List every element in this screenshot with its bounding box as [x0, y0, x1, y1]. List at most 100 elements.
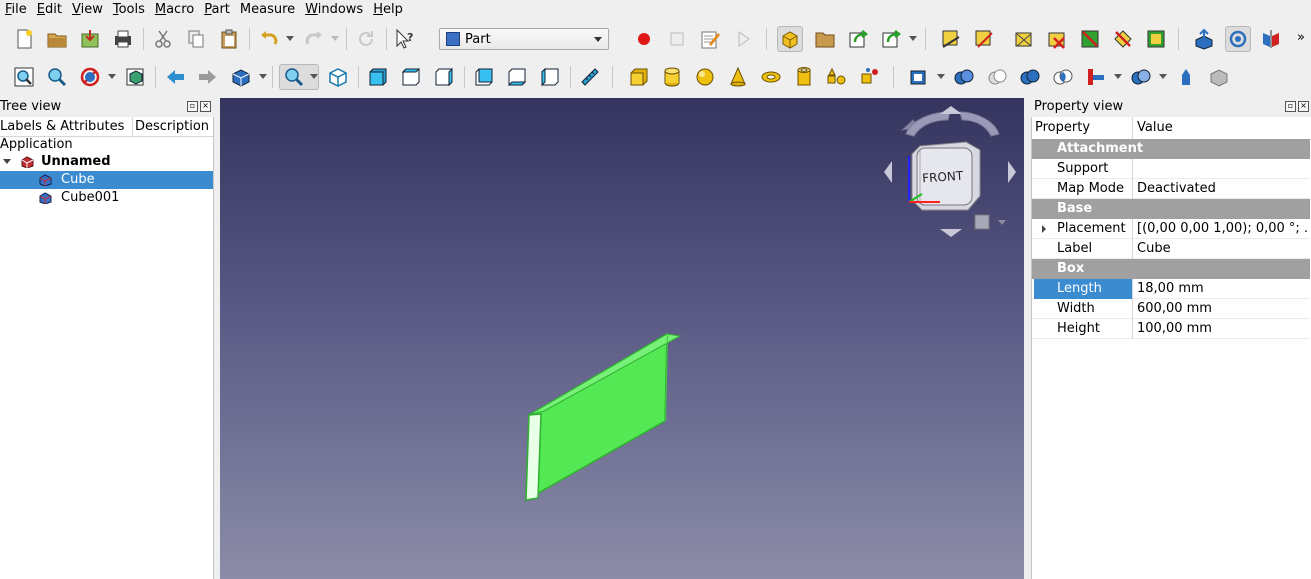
measure-toggle-3d-icon[interactable]: [1077, 26, 1103, 52]
part-torus-icon[interactable]: [758, 64, 784, 90]
menu-windows[interactable]: Windows: [300, 0, 368, 20]
nav-cube-menu-icon[interactable]: [974, 214, 990, 230]
menu-file[interactable]: File: [0, 0, 32, 20]
part-box-icon[interactable]: [626, 64, 652, 90]
back-arrow-icon[interactable]: [162, 64, 188, 90]
std-views-icon[interactable]: [228, 64, 254, 90]
link-icon[interactable]: [845, 26, 871, 52]
expand-icon[interactable]: [3, 159, 11, 164]
rotate-right-icon[interactable]: [959, 111, 1000, 137]
tree-row-document[interactable]: Unnamed: [0, 153, 213, 171]
join-features-icon[interactable]: [1083, 64, 1109, 90]
column-property[interactable]: Property: [1035, 117, 1090, 139]
link-dropdown-icon[interactable]: [909, 36, 917, 41]
part-shape-builder-icon[interactable]: [857, 64, 883, 90]
nav-right-arrow-icon[interactable]: [1008, 161, 1016, 183]
prop-width[interactable]: Width 600,00 mm: [1032, 299, 1310, 319]
macro-record-icon[interactable]: [631, 26, 657, 52]
whats-this-icon[interactable]: ?: [392, 26, 418, 52]
3d-viewport[interactable]: FRONT: [220, 98, 1024, 579]
bounding-box-icon[interactable]: [122, 64, 148, 90]
sync-view-icon[interactable]: [1225, 26, 1251, 52]
link-actions-icon[interactable]: [878, 26, 904, 52]
column-value[interactable]: Value: [1132, 117, 1173, 139]
nav-down-arrow-icon[interactable]: [940, 229, 962, 237]
measure-clear-icon[interactable]: [1044, 26, 1070, 52]
group-base[interactable]: Base: [1032, 199, 1310, 219]
menu-tools[interactable]: Tools: [108, 0, 150, 20]
refresh-icon[interactable]: [353, 26, 379, 52]
boolean-icon[interactable]: [951, 64, 977, 90]
fuse-icon[interactable]: [1017, 64, 1043, 90]
cut-icon[interactable]: [150, 26, 176, 52]
view-isometric-icon[interactable]: [325, 64, 351, 90]
menu-measure[interactable]: Measure: [235, 0, 300, 20]
part-extrude-icon[interactable]: [906, 64, 932, 90]
measure-toggle-all-icon[interactable]: [1143, 26, 1169, 52]
tree-item-cube[interactable]: Cube: [0, 171, 213, 189]
menu-help[interactable]: Help: [368, 0, 408, 20]
copy-icon[interactable]: [183, 26, 209, 52]
zoom-dropdown-icon[interactable]: [310, 74, 318, 79]
prop-placement[interactable]: Placement [(0,00 0,00 1,00); 0,00 °; ...: [1032, 219, 1310, 239]
toolbar-overflow-button[interactable]: »: [1297, 30, 1305, 45]
group-attachment[interactable]: Attachment: [1032, 139, 1310, 159]
tree-item-cube001[interactable]: Cube001: [0, 189, 213, 207]
macro-stop-icon[interactable]: [664, 26, 690, 52]
part-cylinder-icon[interactable]: [659, 64, 685, 90]
undock-icon[interactable]: ▫: [1285, 101, 1296, 112]
nav-left-arrow-icon[interactable]: [884, 161, 892, 183]
group-box[interactable]: Box: [1032, 259, 1310, 279]
part-workbench-icon[interactable]: [777, 26, 803, 52]
prop-map-mode[interactable]: Map Mode Deactivated: [1032, 179, 1310, 199]
measure-linear-icon[interactable]: [938, 26, 964, 52]
draw-style-icon[interactable]: [77, 64, 103, 90]
measure-angular-icon[interactable]: [971, 26, 997, 52]
menu-macro[interactable]: Macro: [150, 0, 199, 20]
prop-label[interactable]: Label Cube: [1032, 239, 1310, 259]
fit-selection-icon[interactable]: [44, 64, 70, 90]
selected-cube-shape[interactable]: [525, 332, 682, 502]
check-geometry-icon[interactable]: [1206, 64, 1232, 90]
view-rear-icon[interactable]: [471, 64, 497, 90]
menu-edit[interactable]: Edit: [32, 0, 67, 20]
view-top-icon[interactable]: [398, 64, 424, 90]
undo-icon[interactable]: [256, 26, 282, 52]
view-front-icon[interactable]: [365, 64, 391, 90]
common-icon[interactable]: [1050, 64, 1076, 90]
undock-icon[interactable]: ▫: [187, 101, 198, 112]
part-primitives-icon[interactable]: [824, 64, 850, 90]
part-sphere-icon[interactable]: [692, 64, 718, 90]
split-icon[interactable]: [1128, 64, 1154, 90]
draw-style-dropdown-icon[interactable]: [108, 74, 116, 79]
workbench-selector[interactable]: Part: [439, 28, 609, 50]
fit-all-icon[interactable]: [11, 64, 37, 90]
measure-toggle-delta-icon[interactable]: [1110, 26, 1136, 52]
std-views-dropdown-icon[interactable]: [259, 74, 267, 79]
export-icon[interactable]: [1191, 26, 1217, 52]
cut-shape-icon[interactable]: [984, 64, 1010, 90]
undo-dropdown-icon[interactable]: [286, 36, 294, 41]
open-folder-icon[interactable]: [44, 26, 70, 52]
compound-icon[interactable]: [1173, 64, 1199, 90]
nav-up-arrow-icon[interactable]: [940, 106, 962, 114]
new-document-icon[interactable]: [11, 26, 37, 52]
forward-arrow-icon[interactable]: [195, 64, 221, 90]
column-description[interactable]: Description: [133, 117, 209, 136]
measure-distance-icon[interactable]: [577, 64, 603, 90]
view-bottom-icon[interactable]: [504, 64, 530, 90]
measure-refresh-icon[interactable]: [1011, 26, 1037, 52]
view-right-icon[interactable]: [431, 64, 457, 90]
column-labels-attributes[interactable]: Labels & Attributes: [0, 117, 133, 136]
part-extrude-dropdown-icon[interactable]: [937, 74, 945, 79]
split-dropdown-icon[interactable]: [1159, 74, 1167, 79]
close-icon[interactable]: ×: [1298, 101, 1309, 112]
menu-part[interactable]: Part: [199, 0, 235, 20]
prop-height[interactable]: Height 100,00 mm: [1032, 319, 1310, 339]
prop-support[interactable]: Support: [1032, 159, 1310, 179]
macro-run-icon[interactable]: [730, 26, 756, 52]
save-icon[interactable]: [77, 26, 103, 52]
navigation-cube[interactable]: FRONT: [884, 106, 1016, 237]
macro-edit-icon[interactable]: [697, 26, 723, 52]
view-left-icon[interactable]: [537, 64, 563, 90]
